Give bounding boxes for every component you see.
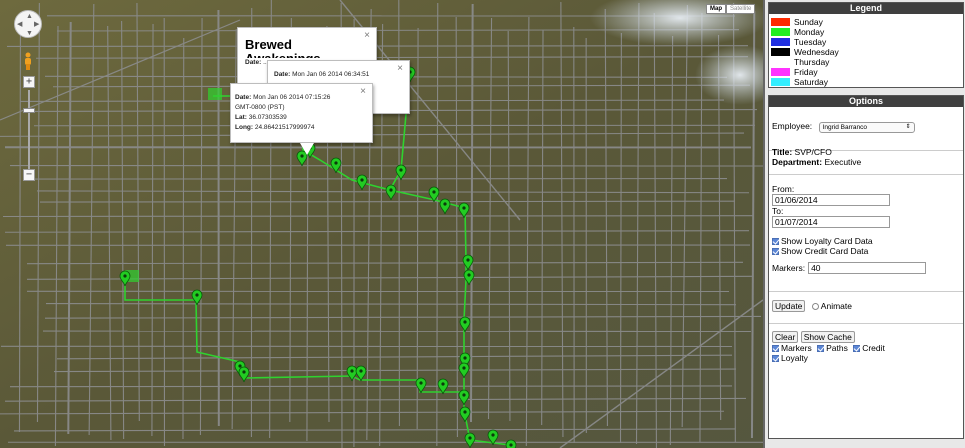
legend-swatch <box>771 58 790 66</box>
select-arrows-icon: ⇕ <box>905 124 911 130</box>
pan-left-icon[interactable]: ◀ <box>17 21 22 28</box>
legend-item: Thursday <box>769 57 963 67</box>
legend-item: Sunday <box>769 17 963 27</box>
paths-checkbox[interactable] <box>817 345 825 353</box>
legend-swatch <box>771 78 790 86</box>
legend-item: Monday <box>769 27 963 37</box>
employee-section: Employee: Ingrid Barranco ⇕ <box>769 107 963 151</box>
from-label: From: <box>772 184 795 194</box>
map-type-satellite-button[interactable]: Satellite <box>726 4 756 14</box>
animate-label: Animate <box>820 301 852 311</box>
employee-select-value: Ingrid Barranco <box>822 124 867 131</box>
close-icon[interactable]: × <box>364 30 370 41</box>
legend-title: Legend <box>769 3 963 14</box>
layers-section: Clear Show Cache Markers Paths Credit Lo… <box>769 324 963 366</box>
markers-count-input[interactable]: 40 <box>808 262 927 274</box>
legend-label: Monday <box>794 27 825 37</box>
date-filter-section: From: 01/06/2014 To: 01/07/2014 Show Loy… <box>769 175 963 292</box>
zoom-control: ▲ ▼ ◀ ▶ + − <box>14 10 44 181</box>
show-credit-checkbox[interactable] <box>772 248 779 256</box>
department-value: Executive <box>824 157 862 167</box>
info-window-transaction-detail: × Date: Mon Jan 06 2014 07:15:26 GMT-080… <box>230 83 373 143</box>
legend-item: Tuesday <box>769 37 963 47</box>
title-label: Title: <box>772 147 793 157</box>
credit-filter-label: Credit <box>862 343 885 353</box>
credit-checkbox[interactable] <box>853 345 861 353</box>
map-type-map-button[interactable]: Map <box>706 4 726 14</box>
pan-right-icon[interactable]: ▶ <box>34 21 39 28</box>
update-button[interactable]: Update <box>772 300 806 312</box>
update-section: Update Animate <box>769 292 963 324</box>
from-date-input[interactable]: 01/06/2014 <box>772 194 890 206</box>
zoom-in-button[interactable]: + <box>23 76 35 88</box>
paths-filter-label: Paths <box>826 343 848 353</box>
employee-label: Employee: <box>772 121 813 131</box>
legend-swatch <box>771 68 790 76</box>
sidebar: Legend Sunday Monday Tuesday Wednesday Thurs… <box>763 0 965 448</box>
markers-count-label: Markers: <box>772 263 806 273</box>
zoom-slider-track[interactable] <box>28 90 30 170</box>
close-icon[interactable]: × <box>360 86 366 97</box>
to-label: To: <box>772 206 784 216</box>
title-value: SVP/CFO <box>794 147 832 157</box>
zoom-out-button[interactable]: − <box>23 169 35 181</box>
info-row-long: Long: 24.86421517999974 <box>235 124 315 131</box>
info-row-date: Date: Mon Jan 06 2014 07:15:26 <box>235 94 331 101</box>
zoom-slider-thumb[interactable] <box>23 108 35 113</box>
legend-swatch <box>771 18 790 26</box>
highlight-block <box>208 88 222 100</box>
pan-control[interactable]: ▲ ▼ ◀ ▶ <box>14 10 42 38</box>
legend-label: Saturday <box>794 77 829 87</box>
legend-swatch <box>771 48 790 56</box>
legend-item: Saturday <box>769 77 963 87</box>
options-title: Options <box>769 96 963 107</box>
store-name: Brewed Awakenings <box>245 37 321 59</box>
map-marker-icon[interactable] <box>505 439 517 448</box>
pegman-icon[interactable] <box>23 52 33 70</box>
loyalty-checkbox[interactable] <box>772 355 779 363</box>
department-label: Department: <box>772 157 823 167</box>
info-window-tail <box>300 143 314 155</box>
show-loyalty-label: Show Loyalty Card Data <box>781 236 873 246</box>
show-credit-label: Show Credit Card Data <box>781 246 869 256</box>
info-row-lat: Lat: 36.07303539 <box>235 114 287 121</box>
legend-label: Sunday <box>794 17 823 27</box>
pan-down-icon[interactable]: ▼ <box>26 30 33 37</box>
map-type-control: Map Satellite <box>706 4 756 14</box>
legend-list: Sunday Monday Tuesday Wednesday Thursday Frid… <box>769 14 963 87</box>
show-loyalty-checkbox[interactable] <box>772 238 779 246</box>
employee-info-section: Title: SVP/CFO Department: Executive <box>769 147 963 175</box>
legend-label: Wednesday <box>794 47 839 57</box>
legend-swatch <box>771 38 790 46</box>
animate-radio[interactable] <box>811 303 819 311</box>
loyalty-filter-label: Loyalty <box>781 353 808 363</box>
clear-button[interactable]: Clear <box>772 331 799 343</box>
legend-label: Thursday <box>794 57 830 67</box>
map-view[interactable]: ▲ ▼ ◀ ▶ + − Map Satellite × Brewed Awake… <box>0 0 763 448</box>
legend-label: Friday <box>794 67 818 77</box>
legend-swatch <box>771 28 790 36</box>
info-row: Date: Mon Jan 06 2014 06:34:51 <box>274 71 370 78</box>
legend-item: Friday <box>769 67 963 77</box>
to-date-input[interactable]: 01/07/2014 <box>772 216 890 228</box>
legend-item: Wednesday <box>769 47 963 57</box>
close-icon[interactable]: × <box>397 63 403 74</box>
markers-filter-label: Markers <box>781 343 812 353</box>
info-row-timezone: GMT-0800 (PST) <box>235 104 285 111</box>
show-cache-button[interactable]: Show Cache <box>800 331 855 343</box>
legend-label: Tuesday <box>794 37 827 47</box>
options-panel: Options Employee: Ingrid Barranco ⇕ Titl… <box>768 95 964 439</box>
markers-checkbox[interactable] <box>772 345 779 353</box>
employee-select[interactable]: Ingrid Barranco ⇕ <box>818 122 915 133</box>
legend-panel: Legend Sunday Monday Tuesday Wednesday Thurs… <box>768 2 964 88</box>
pan-up-icon[interactable]: ▲ <box>26 13 33 20</box>
